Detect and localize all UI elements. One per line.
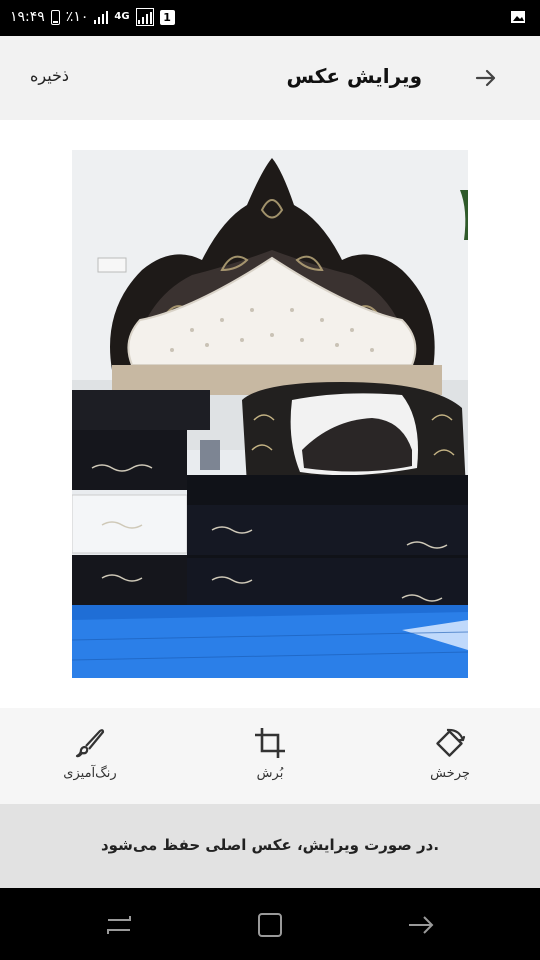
signal-icon bbox=[94, 10, 109, 24]
photo-preview[interactable] bbox=[72, 150, 468, 678]
app-header: ذخیره ویرایش عکس bbox=[0, 36, 540, 120]
save-button[interactable]: ذخیره bbox=[30, 66, 69, 85]
sim-badge: 1 bbox=[159, 9, 175, 25]
network-type: 4G bbox=[114, 11, 130, 22]
page-title: ویرایش عکس bbox=[286, 64, 422, 88]
gallery-notification-icon bbox=[510, 9, 526, 29]
home-icon[interactable] bbox=[255, 910, 285, 940]
arrow-right-icon[interactable] bbox=[474, 66, 498, 90]
system-nav-bar bbox=[0, 888, 540, 960]
tool-rotate[interactable]: چرخش bbox=[380, 708, 520, 804]
notice-text: در صورت ویرایش، عکس اصلی حفظ می‌شود. bbox=[100, 836, 440, 854]
tool-paint-label: رنگ‌آمیزی bbox=[63, 766, 117, 781]
info-notice: در صورت ویرایش، عکس اصلی حفظ می‌شود. bbox=[0, 804, 540, 888]
crop-icon bbox=[255, 728, 285, 758]
battery-percent: ٪۱۰ bbox=[65, 9, 89, 25]
photo-preview-area bbox=[0, 120, 540, 708]
recent-apps-icon[interactable] bbox=[104, 910, 134, 940]
tool-crop-label: بُرش bbox=[256, 766, 284, 781]
tool-crop[interactable]: بُرش bbox=[200, 708, 340, 804]
edit-toolbar: رنگ‌آمیزی بُرش چرخش bbox=[0, 708, 540, 804]
battery-icon bbox=[50, 9, 60, 25]
rotate-icon bbox=[436, 728, 466, 757]
paint-brush-icon bbox=[75, 729, 105, 758]
tool-rotate-label: چرخش bbox=[430, 766, 470, 781]
back-icon[interactable] bbox=[406, 910, 436, 940]
signal-icon bbox=[135, 8, 154, 26]
status-bar: ۱۹:۴۹ ٪۱۰ 4G 1 bbox=[0, 0, 540, 36]
tool-paint[interactable]: رنگ‌آمیزی bbox=[20, 708, 160, 804]
status-time: ۱۹:۴۹ bbox=[10, 9, 45, 25]
